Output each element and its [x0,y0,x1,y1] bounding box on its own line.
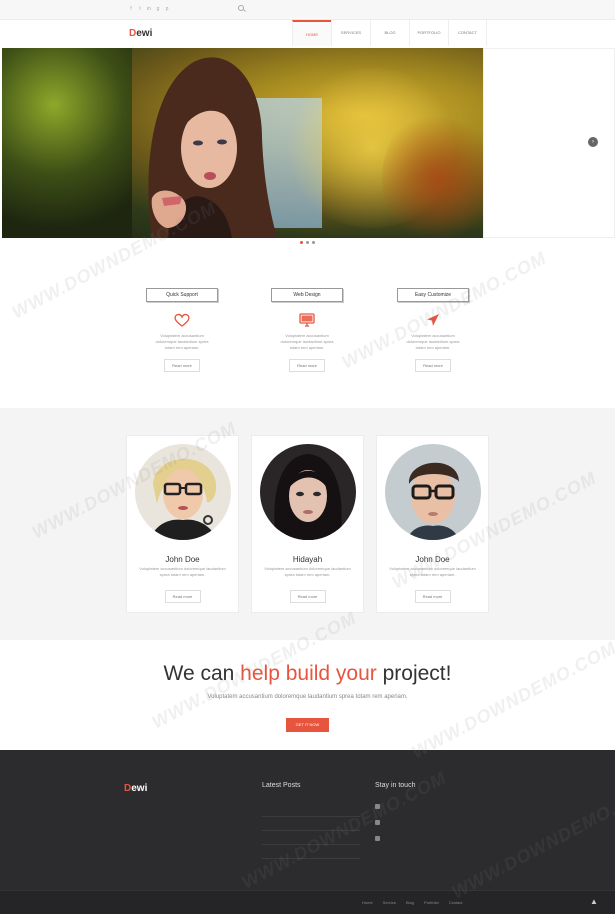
nav-blog[interactable]: BLOG [370,20,409,46]
nav-contact[interactable]: CONTACT [448,20,487,46]
cta-title-part: project! [376,662,452,685]
avatar [384,444,481,540]
contact-email [375,803,485,819]
location-icon [375,836,380,841]
contact-address [375,835,485,851]
nav-services[interactable]: SERVICES [331,20,370,46]
list-item[interactable] [262,803,360,817]
linkedin-icon[interactable]: in [147,6,151,12]
footer-nav-portfolio[interactable]: Portfolio [424,900,439,905]
footer-logo[interactable]: Dewi [124,783,147,794]
team-card: John Doe Voluptatem accusantium doloremq… [126,435,239,613]
send-icon [427,314,439,326]
list-item[interactable] [262,831,360,845]
slider-dot[interactable] [300,241,303,244]
read-more-button[interactable]: Read more [415,359,451,372]
feature-title: Web Design [271,288,343,302]
slider-next-icon[interactable]: › [588,137,598,147]
nav-portfolio[interactable]: PORTFOLIO [409,20,448,46]
facebook-icon[interactable]: f [129,6,133,12]
feature-text: Voluptatem accusantium doloremque laudan… [155,333,209,350]
team-member-text: Voluptatem accusantium doloremque laudan… [139,566,226,577]
team-member-text: Voluptatem accusantium doloremque laudan… [264,566,351,577]
google-plus-icon[interactable]: g [156,6,160,12]
logo-text: ewi [131,783,148,794]
get-it-now-button[interactable]: GET IT NOW [286,718,329,732]
footer-nav: Home Service Blog Portfolio Contact [362,900,463,905]
social-icons: f t in g p [129,6,169,12]
feature-title: Quick Support [146,288,218,302]
cta-title: We can help build your project! [0,662,615,686]
team-member-name: Hidayah [292,555,323,564]
hero-slide-image [2,48,483,238]
heart-icon [174,313,190,327]
avatar [134,444,231,540]
footer-nav-service[interactable]: Service [383,900,396,905]
read-more-button[interactable]: Read more [289,590,326,603]
latest-posts-title: Latest Posts [262,782,301,789]
pinterest-icon[interactable]: p [165,6,169,12]
team-card: John Doe Voluptatem accusantium doloremq… [376,435,489,613]
read-more-button[interactable]: Read more [164,590,201,603]
main-nav: HOME SERVICES BLOG PORTFOLIO CONTACT [292,20,487,46]
footer-nav-contact[interactable]: Contact [449,900,463,905]
team-member-name: John Doe [415,555,450,564]
nav-home[interactable]: HOME [292,20,331,46]
read-more-button[interactable]: Read more [289,359,325,372]
feature-text: Voluptatem accusantium doloremque laudan… [406,333,460,350]
list-item[interactable] [262,845,360,859]
team-member-name: John Doe [165,555,200,564]
hero-bokeh-warm [382,108,483,238]
hero-woman-photo [148,57,277,238]
footer-nav-home[interactable]: Home [362,900,373,905]
top-bar: f t in g p [0,0,615,20]
search-icon[interactable] [238,5,244,11]
team-card: Hidayah Voluptatem accusantium doloremqu… [251,435,364,613]
avatar [259,444,356,540]
feature-quick-support: Quick Support Voluptatem accusantium dol… [137,288,227,372]
features-section: Quick Support Voluptatem accusantium dol… [0,250,615,408]
feature-web-design: Web Design Voluptatem accusantium dolore… [262,288,352,372]
feature-title: Easy Customize [397,288,469,302]
footer-bottom-bar: Home Service Blog Portfolio Contact ▲ [0,890,615,914]
read-more-button[interactable]: Read more [164,359,200,372]
slider-dot[interactable] [312,241,315,244]
cta-subtitle: Voluptatem accusantium doloremque laudan… [207,694,408,700]
cta-section: We can help build your project! Voluptat… [0,640,615,750]
team-member-text: Voluptatem accusantium doloremque laudan… [389,566,476,577]
slider-dots [300,241,315,244]
stay-in-touch-title: Stay in touch [375,782,416,789]
feature-easy-customize: Easy Customize Voluptatem accusantium do… [388,288,478,372]
mail-icon [375,804,380,809]
monitor-icon [299,313,315,327]
footer: Dewi Latest Posts Stay in touch Home Ser… [0,750,615,914]
slider-dot[interactable] [306,241,309,244]
feature-text: Voluptatem accusantium doloremque laudan… [280,333,334,350]
cta-title-highlight: help build your [240,662,377,685]
scroll-top-icon[interactable]: ▲ [590,897,598,906]
contact-list [375,803,485,851]
read-more-button[interactable]: Read more [414,590,451,603]
cta-title-part: We can [163,662,241,685]
site-logo[interactable]: Dewi [129,28,152,39]
contact-phone [375,819,485,835]
team-section: John Doe Voluptatem accusantium doloremq… [0,408,615,640]
phone-icon [375,820,380,825]
list-item[interactable] [262,817,360,831]
footer-nav-blog[interactable]: Blog [406,900,414,905]
logo-text: ewi [136,28,153,39]
latest-posts-list [262,803,360,859]
twitter-icon[interactable]: t [138,6,142,12]
navbar: Dewi HOME SERVICES BLOG PORTFOLIO CONTAC… [0,20,615,48]
